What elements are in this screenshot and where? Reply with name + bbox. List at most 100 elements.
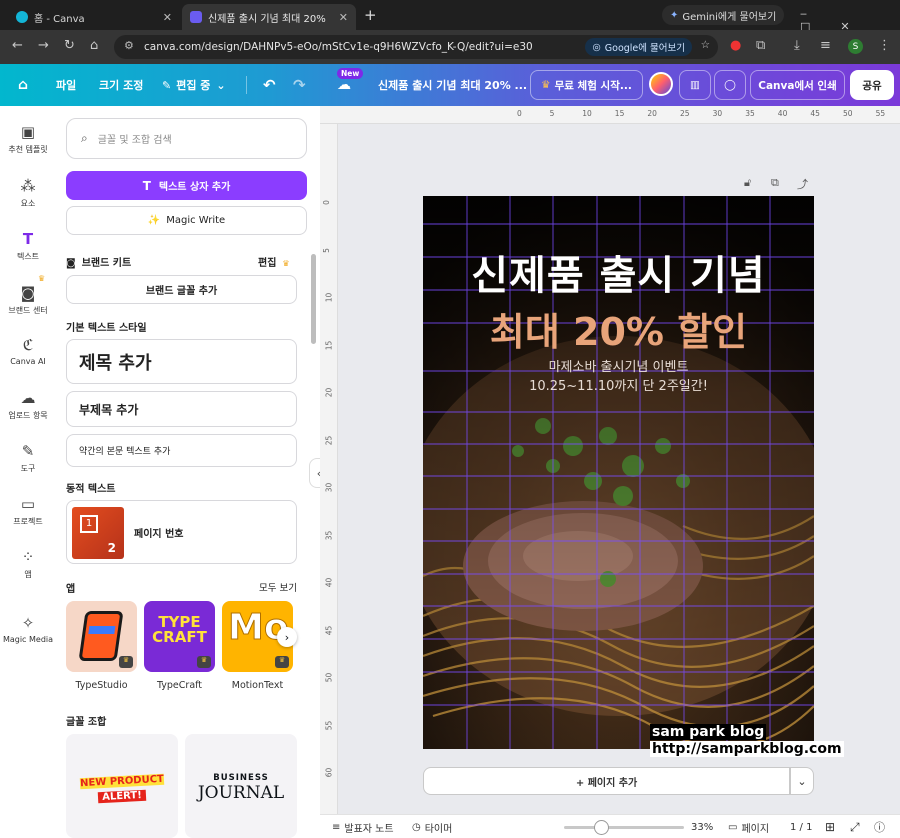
headline-line-1[interactable]: 신제품 출시 기념 (423, 243, 814, 301)
more-menu-icon[interactable]: ⋮ (878, 38, 891, 53)
url-field[interactable]: ⚙ canva.com/design/DAHNPv5-eOo/mStCv1e-q… (114, 35, 718, 59)
lock-icon[interactable]: 🔓︎ (744, 176, 751, 190)
profile-avatar[interactable]: S (848, 39, 863, 54)
home-icon[interactable]: ⌂ (90, 38, 98, 53)
close-tab-icon[interactable]: ✕ (339, 11, 348, 24)
typecraft-app-card[interactable]: TYPE CRAFT ♛ (144, 601, 215, 672)
insights-chart-icon[interactable]: ▥ (679, 70, 711, 100)
pages-label: 페이지 (741, 823, 770, 835)
combo-card-business-journal[interactable]: BUSINESS JOURNAL (185, 734, 297, 838)
rail-item-text[interactable]: T 텍스트 (0, 230, 56, 262)
google-ask-button[interactable]: ◎ Google에 물어보기 (585, 38, 692, 56)
font-search-input[interactable]: ⌕ 글꼴 및 조합 검색 (66, 118, 307, 159)
brand-font-button[interactable]: 브랜드 글꼴 추가 (66, 275, 297, 304)
add-body-button[interactable]: 약간의 본문 텍스트 추가 (66, 434, 297, 467)
ruler-top-number: 10 (582, 109, 592, 118)
subtitle-line-1[interactable]: 마제소바 출시기념 이벤트 (423, 356, 814, 375)
editing-mode-menu[interactable]: ✎ 편집 중 ⌄ (162, 64, 226, 106)
rail-item-brand[interactable]: ◙ 브랜드 센터 (0, 284, 56, 316)
rail-item-templates[interactable]: ▣ 추천 템플릿 (0, 123, 56, 155)
text-icon: T (22, 230, 34, 248)
home-button-icon[interactable]: ⌂ (18, 64, 28, 106)
add-page-button[interactable]: + 페이지 추가 (423, 767, 790, 795)
pages-button[interactable]: ▭ 페이지 (728, 815, 769, 838)
forward-icon[interactable]: → (38, 38, 49, 53)
typestudio-logo (78, 611, 124, 661)
pencil-icon: ✎ (162, 78, 172, 92)
download-icon[interactable]: ⤓ (794, 38, 800, 53)
timer-button[interactable]: ◷ 타이머 (412, 815, 452, 838)
extension-icon[interactable]: ● (730, 38, 741, 53)
comment-icon[interactable]: ◯ (714, 70, 746, 100)
zoom-slider-thumb[interactable] (594, 820, 609, 835)
see-all-link[interactable]: 모두 보기 (259, 580, 297, 594)
scroll-right-chevron-icon[interactable]: › (277, 627, 297, 647)
brand-edit-label: 편집 (258, 258, 277, 269)
browser-tab-design[interactable]: 신제품 출시 기념 최대 20% 할 ✕ (182, 4, 356, 30)
ai-icon: ℭ (22, 336, 34, 354)
redo-icon[interactable]: ↷ (293, 64, 306, 106)
bottom-bar: ≡ 발표자 노트 ◷ 타이머 33% ▭ 페이지 1 / 1 ⊞ ⤢ ⓘ (320, 814, 900, 838)
site-info-icon[interactable]: ⚙ (124, 39, 134, 52)
document-title[interactable]: 신제품 출시 기념 최대 20% ... (378, 64, 527, 106)
rail-item-tools[interactable]: ✎ 도구 (0, 442, 56, 474)
rail-item-apps[interactable]: ⁘ 앱 (0, 548, 56, 580)
gemini-icon: ✦ (670, 9, 679, 21)
free-trial-button[interactable]: ♛ 무료 체험 시작... (530, 70, 643, 100)
ruler-left: 0 5 10 15 20 25 30 35 40 45 50 55 60 (320, 124, 338, 814)
resize-menu[interactable]: 크기 조정 (99, 64, 143, 106)
rail-item-projects[interactable]: ▭ 프로젝트 (0, 495, 56, 527)
back-icon[interactable]: ← (12, 38, 23, 53)
add-page-options-chevron-icon[interactable]: ⌄ (790, 767, 814, 795)
panel-scrollbar[interactable] (311, 254, 316, 344)
reload-icon[interactable]: ↻ (64, 38, 75, 53)
browser-tab-home[interactable]: 홈 - Canva ✕ (8, 4, 180, 30)
zoom-slider[interactable] (564, 826, 684, 829)
grid-view-icon[interactable]: ⊞ (825, 815, 835, 838)
extensions-puzzle-icon[interactable]: ⧉ (756, 38, 765, 53)
add-heading-button[interactable]: 제목 추가 (66, 339, 297, 384)
ruler-left-number: 15 (324, 340, 334, 350)
typestudio-app-card[interactable]: ♛ (66, 601, 137, 672)
new-tab-button[interactable]: + (364, 6, 377, 24)
browser-tab-bar: 홈 - Canva ✕ 신제품 출시 기념 최대 20% 할 ✕ + ✦ Gem… (0, 0, 900, 33)
add-textbox-button[interactable]: T 텍스트 상자 추가 (66, 171, 307, 200)
rail-item-elements[interactable]: ⁂ 요소 (0, 177, 56, 209)
print-button[interactable]: Canva에서 인쇄 (750, 70, 845, 100)
team-avatar[interactable] (649, 72, 673, 96)
page-number-card[interactable]: 1 2 페이지 번호 (66, 500, 297, 564)
share-button[interactable]: 공유 (850, 70, 894, 100)
rail-item-canva-ai[interactable]: ℭ Canva AI (0, 336, 56, 366)
fullscreen-icon[interactable]: ⤢ (850, 815, 860, 838)
brand-kit-label: 브랜드 키트 (81, 258, 132, 269)
gemini-button[interactable]: ✦ Gemini에게 물어보기 (662, 5, 785, 25)
design-page[interactable]: 신제품 출시 기념 최대 20% 할인 마제소바 출시기념 이벤트 10.25~… (423, 196, 814, 749)
magic-write-button[interactable]: ✨ Magic Write (66, 206, 307, 235)
duplicate-icon[interactable]: ⧉ (771, 176, 779, 190)
undo-icon[interactable]: ↶ (263, 64, 276, 106)
headline-line-2[interactable]: 최대 20% 할인 (423, 301, 814, 356)
design-favicon-icon (190, 11, 202, 23)
rail-item-magic-media[interactable]: ✧ Magic Media (0, 614, 56, 644)
help-icon[interactable]: ⓘ (874, 815, 885, 838)
rail-label: 추천 템플릿 (8, 145, 48, 154)
media-icon[interactable]: ≡ (820, 38, 831, 53)
speaker-notes-button[interactable]: ≡ 발표자 노트 (332, 815, 394, 838)
tab-title: 홈 - Canva (34, 13, 85, 25)
rail-item-uploads[interactable]: ☁ 업로드 항목 (0, 389, 56, 421)
subtitle-line-2[interactable]: 10.25~11.10까지 단 2주일간! (423, 375, 814, 394)
zoom-level[interactable]: 33% (691, 815, 713, 838)
rail-label: 브랜드 센터 (8, 306, 48, 315)
brand-edit-link[interactable]: 편집 ♛ (258, 254, 290, 269)
search-icon: ⌕ (81, 131, 88, 145)
add-page-top-icon[interactable]: ⤴ (797, 176, 808, 192)
ruler-top-number: 30 (712, 109, 723, 118)
file-menu[interactable]: 파일 (56, 64, 76, 106)
rail-label: Magic Media (2, 635, 54, 644)
font-combos-heading: 글꼴 조합 (66, 717, 107, 728)
search-placeholder: 글꼴 및 조합 검색 (97, 135, 172, 146)
combo-card-new-product[interactable]: NEW PRODUCT ALERT! (66, 734, 178, 838)
close-tab-icon[interactable]: ✕ (163, 11, 172, 24)
add-subheading-button[interactable]: 부제목 추가 (66, 391, 297, 427)
bookmark-star-icon[interactable]: ☆ (701, 39, 710, 51)
